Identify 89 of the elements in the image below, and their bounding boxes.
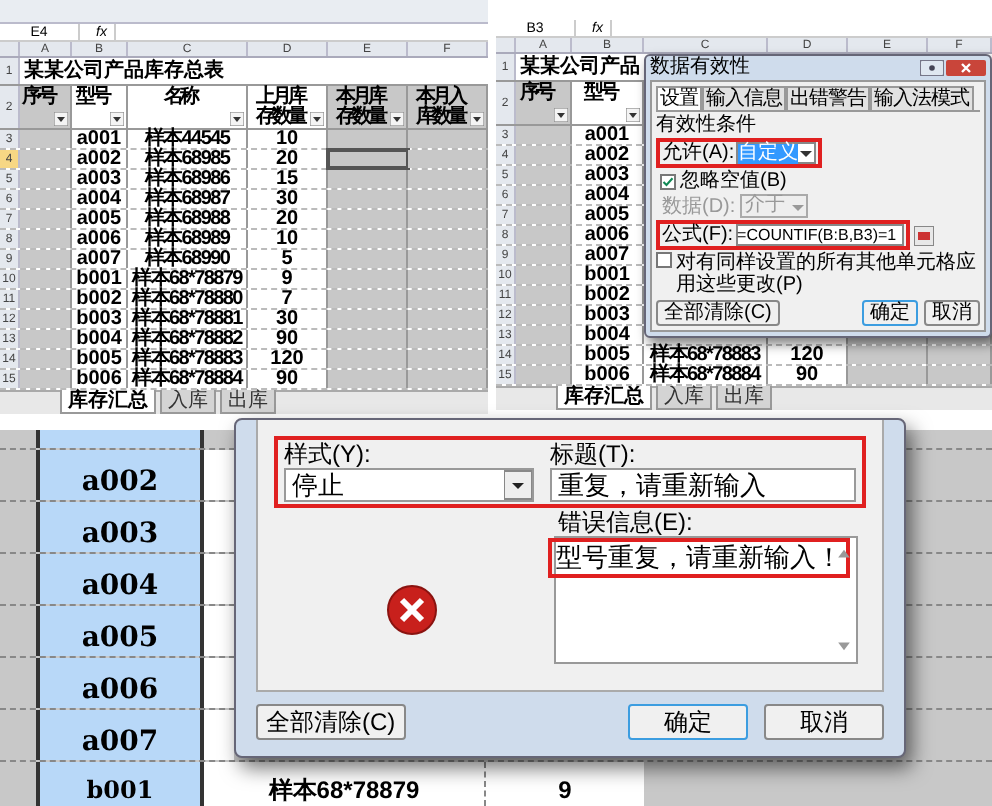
filter-dropdown-icon[interactable] <box>470 112 484 126</box>
close-icon[interactable] <box>946 60 986 76</box>
dialog-tab[interactable]: 输入法模式 <box>870 86 973 110</box>
checkbox[interactable] <box>656 252 672 268</box>
table-cell: a003 <box>72 170 128 188</box>
collapse-icon[interactable] <box>913 225 934 245</box>
dialog-button[interactable]: 全部清除(C) <box>256 704 406 740</box>
dialog-tab[interactable]: 输入信息 <box>702 86 786 110</box>
column-heading: 型号 <box>74 88 110 112</box>
sheet-tab[interactable]: 入库 <box>160 390 216 414</box>
table-cell: 样本68*78882 <box>128 330 248 348</box>
selected-cell[interactable] <box>328 150 408 168</box>
field-label: 允许(A): <box>662 142 735 164</box>
table-cell: 样本68*78879 <box>204 762 484 806</box>
formula-field[interactable]: =COUNTIF(B:B,B3)=1 <box>735 224 904 246</box>
table-cell: a002 <box>72 150 128 168</box>
table-cell: a001 <box>72 130 128 148</box>
table-cell: b003 <box>72 310 128 328</box>
sheet-title: 某某公司产品库存总表 <box>22 58 224 84</box>
dialog-tab[interactable]: 出错警告 <box>786 86 870 110</box>
table-cell: b004 <box>72 330 128 348</box>
field-label: 错误信息(E): <box>556 508 695 536</box>
sheet-tab[interactable]: 出库 <box>220 390 276 414</box>
table-cell: 样本68*78881 <box>128 310 248 328</box>
table-cell: b005 <box>72 350 128 368</box>
table-cell: 样本68*78884 <box>644 366 768 384</box>
filter-dropdown-icon[interactable] <box>110 112 124 126</box>
dialog-button[interactable]: 全部清除(C) <box>656 300 780 326</box>
sheet-tab[interactable]: 出库 <box>716 386 772 410</box>
column-heading: 型号 <box>582 84 619 108</box>
dialog-button[interactable]: 确定 <box>862 300 918 326</box>
filter-dropdown-icon[interactable] <box>554 108 568 122</box>
checkbox-label: 对有同样设置的所有其他单元格应用这些更改(P) <box>676 252 978 296</box>
checkbox[interactable] <box>660 173 676 189</box>
table-cell: a007 <box>72 250 128 268</box>
sheet-tab[interactable]: 库存汇总 <box>60 390 156 414</box>
error-icon <box>385 584 437 636</box>
dialog-tab[interactable]: 设置 <box>656 86 702 110</box>
filter-dropdown-icon[interactable] <box>310 112 324 126</box>
table-cell: a003 <box>36 502 204 552</box>
column-heading: 序号 <box>22 88 54 112</box>
table-cell: b001 <box>72 270 128 288</box>
column-heading: 本月库存数量 <box>333 88 387 128</box>
sheet-tab[interactable]: 入库 <box>656 386 712 410</box>
table-cell: 样本68*78883 <box>644 346 768 364</box>
help-icon[interactable] <box>920 60 944 76</box>
filter-dropdown-icon[interactable] <box>230 112 244 126</box>
table-cell: a002 <box>36 450 204 500</box>
check-icon <box>662 175 674 187</box>
section-label: 有效性条件 <box>656 114 758 136</box>
table-cell: a005 <box>36 606 204 656</box>
column-heading: 序号 <box>518 84 554 108</box>
dialog-button[interactable]: 取消 <box>924 300 980 326</box>
column-heading: 上月库存数量 <box>254 88 307 128</box>
message-field[interactable]: 型号重复，请重新输入！ <box>554 536 858 664</box>
field-label: 样式(Y): <box>284 442 373 468</box>
table-cell: 9 <box>484 762 644 806</box>
dialog-button[interactable]: 取消 <box>764 704 884 740</box>
corner-cell[interactable] <box>496 38 516 52</box>
dialog-title: 数据有效性 <box>650 56 750 80</box>
corner-cell[interactable] <box>0 42 20 56</box>
table-cell: a005 <box>72 210 128 228</box>
filter-dropdown-icon[interactable] <box>54 112 68 126</box>
table-cell: 样本68*78880 <box>128 290 248 308</box>
table-cell: 样本68*78884 <box>128 370 248 388</box>
checkbox-label: 忽略空值(B) <box>680 170 787 192</box>
table-cell: b006 <box>72 370 128 388</box>
table-cell: 样本68*78883 <box>128 350 248 368</box>
dialog-button[interactable]: 确定 <box>628 704 748 740</box>
filter-dropdown-icon[interactable] <box>390 112 404 126</box>
sheet-title: 某某公司产品 <box>518 54 640 80</box>
table-cell: b001 <box>36 762 204 806</box>
dropdown-arrow-icon <box>504 470 532 500</box>
column-heading: 名称 <box>162 88 199 112</box>
table-cell: a006 <box>72 230 128 248</box>
table-cell: a006 <box>36 658 204 708</box>
sheet-tab[interactable]: 库存汇总 <box>556 386 652 410</box>
field-label: 标题(T): <box>550 442 638 468</box>
field-label: 数据(D): <box>662 195 736 217</box>
field-label: 公式(F): <box>662 224 734 246</box>
table-cell: b002 <box>72 290 128 308</box>
table-cell: 样本68*78879 <box>128 270 248 288</box>
table-cell: a007 <box>36 710 204 760</box>
filter-dropdown-icon[interactable] <box>626 108 640 122</box>
table-cell: a004 <box>72 190 128 208</box>
column-heading: 本月入库数量 <box>413 88 468 128</box>
style-dropdown[interactable]: 停止 <box>284 468 534 502</box>
table-cell: a004 <box>36 554 204 604</box>
title-field[interactable]: 重复，请重新输入 <box>550 468 856 502</box>
